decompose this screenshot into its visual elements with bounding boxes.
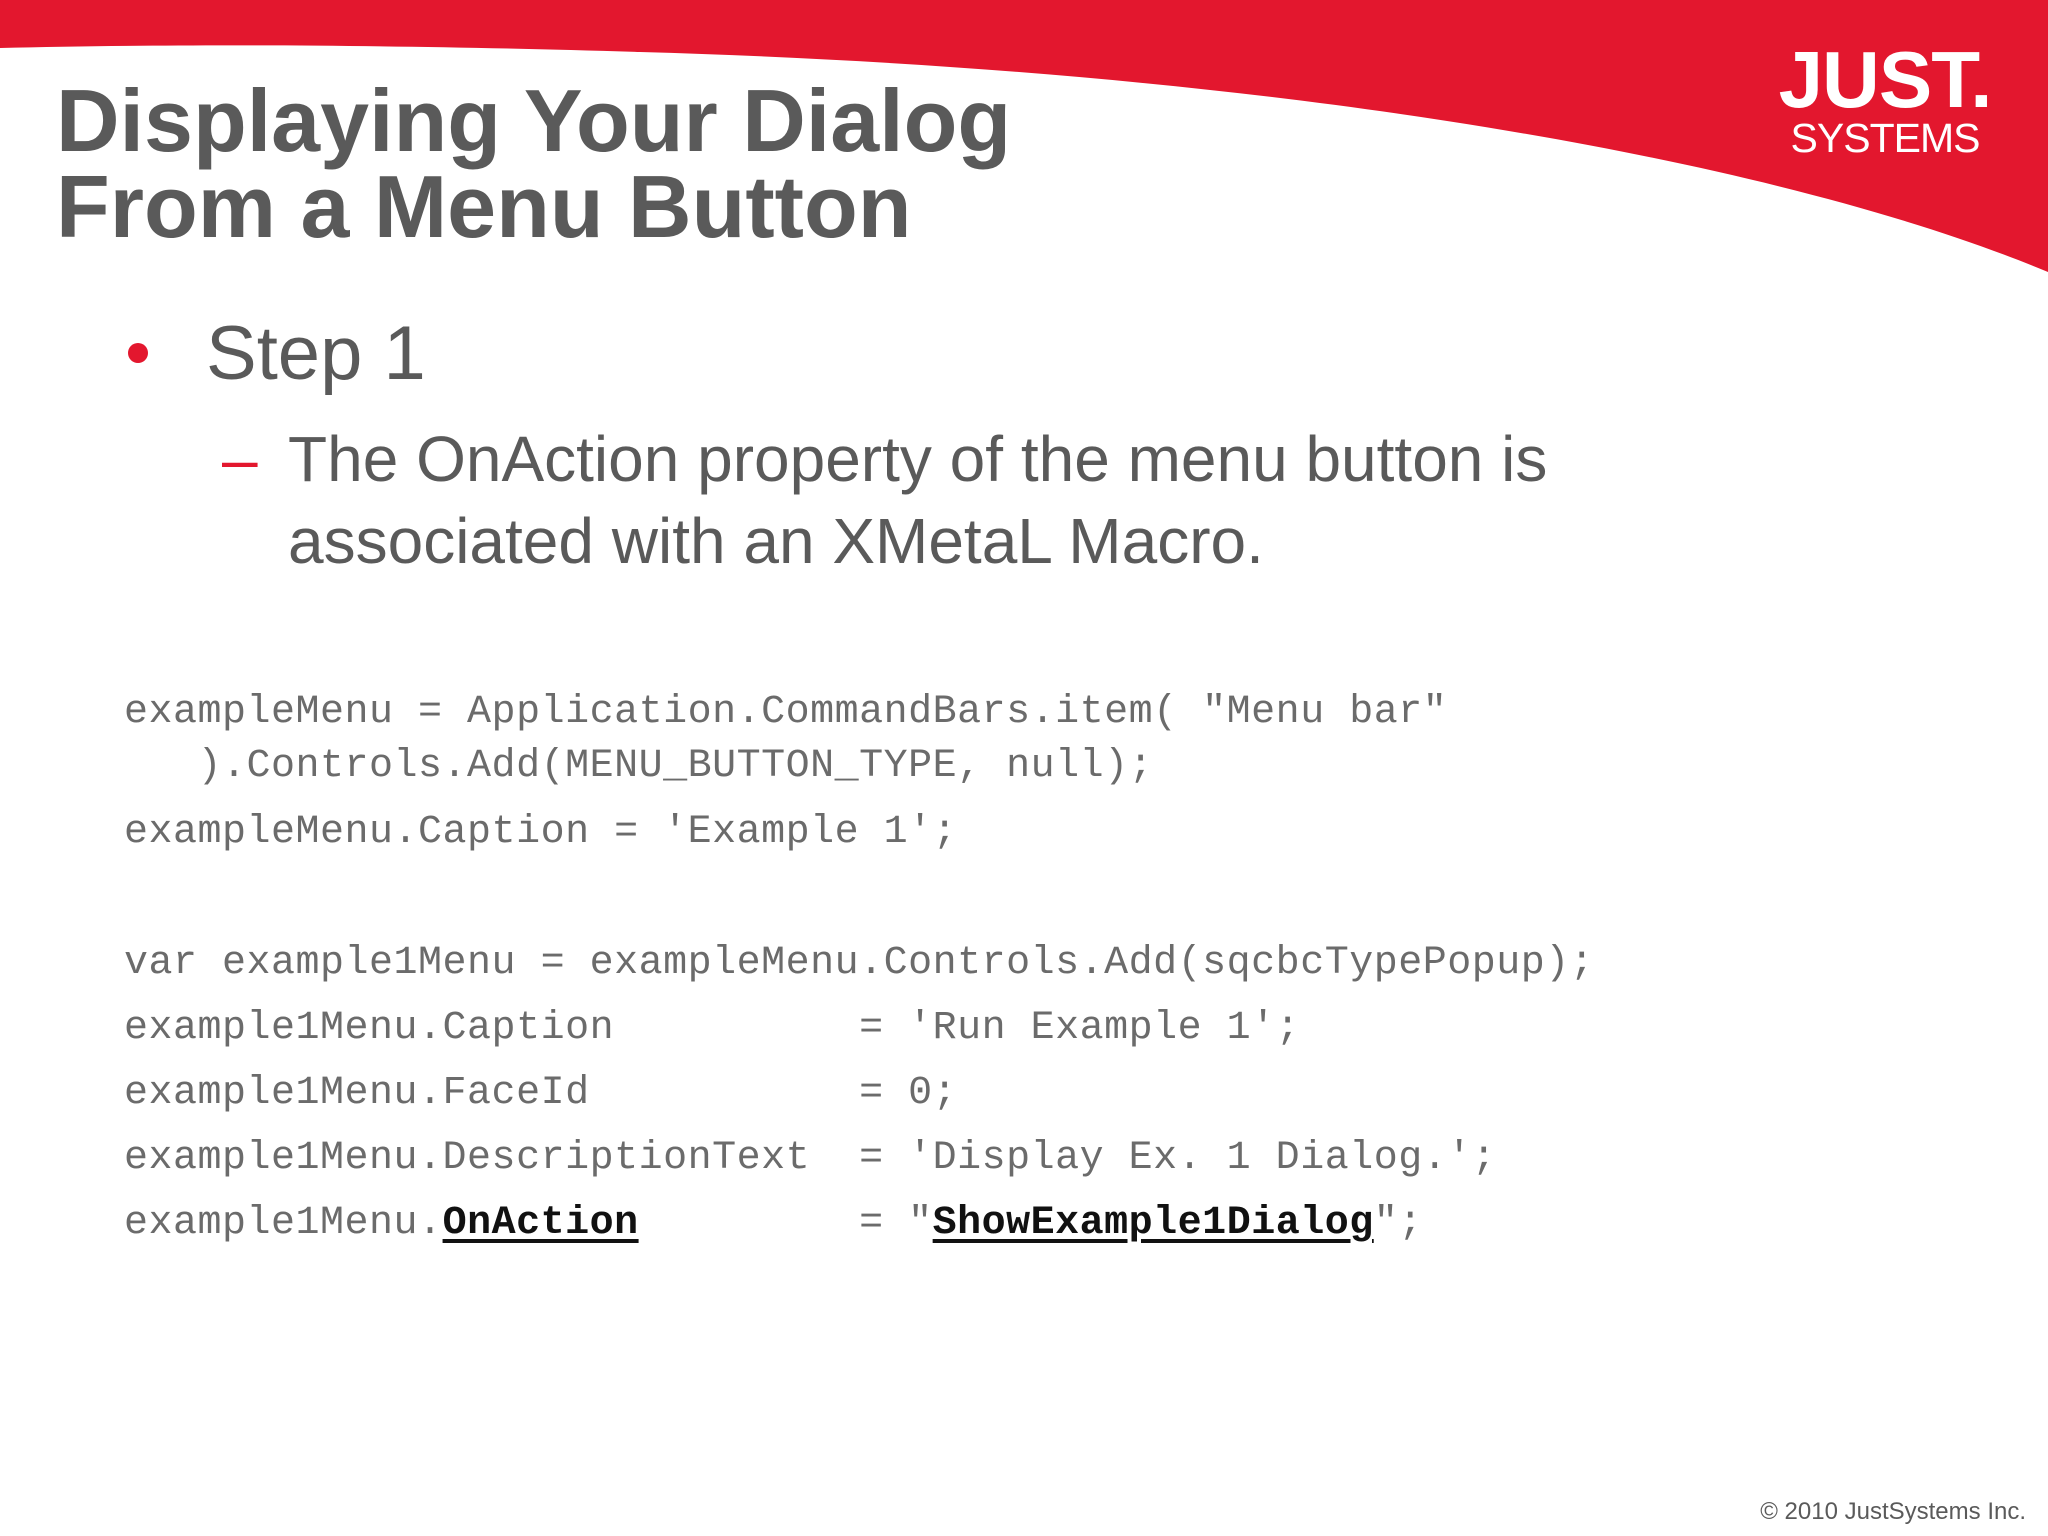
code-line-5: example1Menu.Caption = 'Run Example 1'; [124,1006,1301,1051]
code-line-1: exampleMenu = Application.CommandBars.it… [124,690,1448,735]
code-line-3: exampleMenu.Caption = 'Example 1'; [124,810,958,855]
code-line-6: example1Menu.FaceId = 0; [124,1071,958,1116]
logo-main-text: JUST. [1778,35,1993,124]
code-line-4: var example1Menu = exampleMenu.Controls.… [124,941,1595,986]
code-line-8-prefix: example1Menu. [124,1201,443,1246]
slide-title-line-1: Displaying Your Dialog [56,71,1012,170]
justsystems-logo: JUST. SYSTEMS [1760,35,2010,161]
code-line-8-mid: = " [638,1201,933,1246]
slide-title: Displaying Your Dialog From a Menu Butto… [56,71,1012,256]
bullet-step-1: Step 1 [120,308,426,398]
logo-sub-text: SYSTEMS [1790,115,1981,161]
bullet-dot-icon [128,343,148,363]
code-line-8-suffix: "; [1373,1201,1423,1246]
sub-bullet: – The OnAction property of the menu butt… [222,418,1722,582]
slide: JUST. SYSTEMS Displaying Your Dialog Fro… [0,0,2048,1536]
copyright-footer: © 2010 JustSystems Inc. [1760,1498,2026,1525]
sub-bullet-line-1: The OnAction property of the menu button… [288,423,1548,495]
code-line-7: example1Menu.DescriptionText = 'Display … [124,1136,1497,1181]
code-macro-name: ShowExample1Dialog [932,1201,1374,1246]
bullet-text: Step 1 [206,310,426,396]
code-line-8: example1Menu.OnAction = "ShowExample1Dia… [124,1201,1423,1246]
code-onaction-property: OnAction [442,1201,639,1246]
sub-bullet-dash: – [222,423,258,495]
slide-title-line-2: From a Menu Button [56,157,912,256]
sub-bullet-line-2: associated with an XMetaL Macro. [288,505,1264,577]
code-line-2: ).Controls.Add(MENU_BUTTON_TYPE, null); [124,744,1154,789]
